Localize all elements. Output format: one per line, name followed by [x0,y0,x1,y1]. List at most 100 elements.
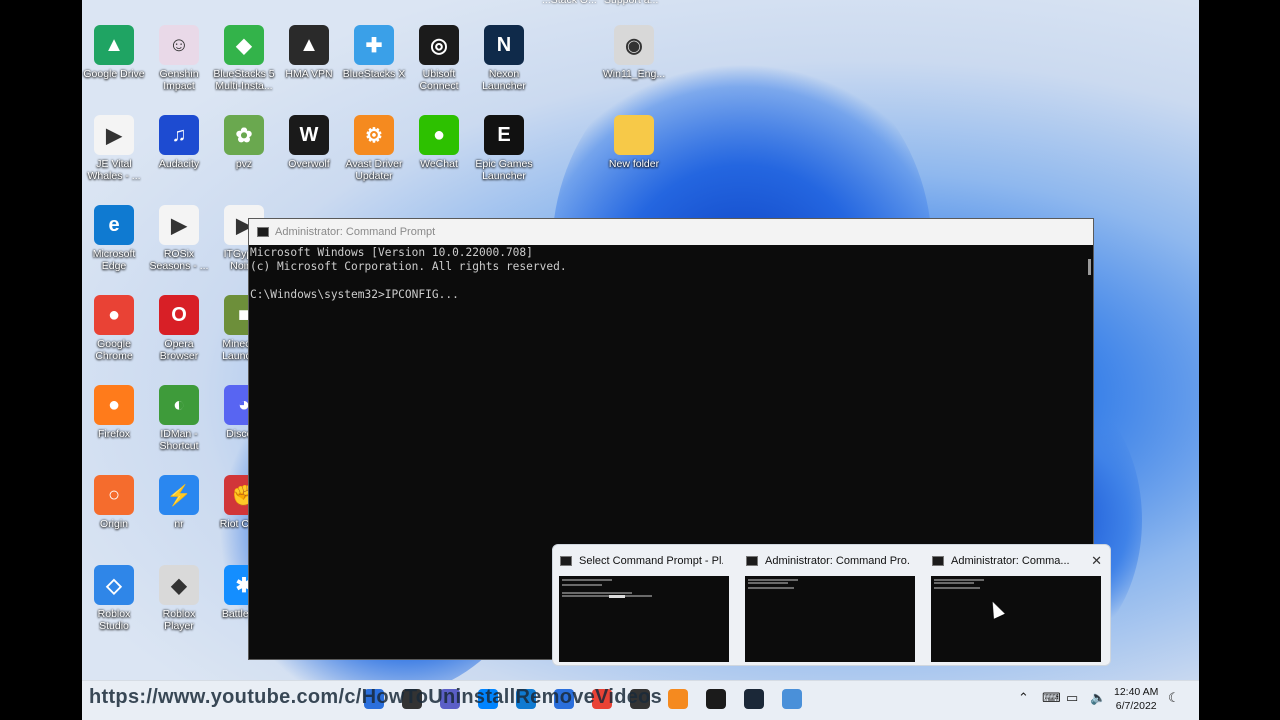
desktop-icon[interactable]: ● Firefox [82,385,146,440]
desktop-icon-label: IDMan - Shortcut [159,428,199,452]
app-icon: ✚ [354,25,394,65]
desktop-icon[interactable]: ☺ Genshin Impact [147,25,211,92]
app-icon [614,115,654,155]
desktop-icon[interactable]: E Epic Games Launcher [472,115,536,182]
cmd-title-text: Administrator: Command Prompt [275,226,436,238]
thumbnail-1[interactable]: Select Command Prompt - Pl... [553,551,729,663]
app-icon: ⚡ [159,475,199,515]
desktop-icon-label: Avast Driver Updater [345,158,403,182]
clock-date: 6/7/2022 [1115,700,1157,712]
desktop-icon[interactable]: ⚡ nr [147,475,211,530]
console-line: C:\Windows\system32>IPCONFIG... [250,288,459,301]
desktop-icon-label: BlueStacks X [342,68,406,80]
app-icon: ▶ [94,115,134,155]
desktop-icon-label: Microsoft Edge [92,248,136,272]
thumbnail-preview [745,576,915,662]
desktop-icon-label: nr [174,518,184,530]
console-line: Microsoft Windows [Version 10.0.22000.70… [250,246,533,259]
thumbnail-title: Administrator: Command Pro... [765,555,909,567]
steam-icon[interactable] [744,689,764,709]
desktop-icon[interactable]: ◎ Ubisoft Connect [407,25,471,92]
thumbnail-2[interactable]: Administrator: Command Pro... [739,551,915,663]
desktop-icon-label: Google Chrome [95,338,133,362]
app-icon: ● [419,115,459,155]
desktop: ▲ Google Drive ☺ Genshin Impact ◆ BlueStacks … [82,0,1199,720]
desktop-icon[interactable]: ✿ pvz [212,115,276,170]
desktop-icon-label: Audacity [158,158,200,170]
thumbnail-preview [931,576,1101,662]
app-icon: ○ [94,475,134,515]
desktop-icon[interactable]: ● Google Chrome [82,295,146,362]
app-icon: ▶ [159,205,199,245]
desktop-icon-label: Epic Games Launcher [475,158,533,182]
desktop-icon[interactable]: ▶ ROSix Seasons - ... [147,205,211,272]
cmd-icon [932,556,944,566]
desktop-icon[interactable]: ♫ Audacity [147,115,211,170]
desktop-icon-label: ROSix Seasons - ... [149,248,209,272]
desktop-icon[interactable]: ✚ BlueStacks X [342,25,406,80]
terminal-icon[interactable] [706,689,726,709]
app-icon: ◉ [614,25,654,65]
desktop-icon[interactable]: ◇ Roblox Studio [82,565,146,632]
desktop-icon[interactable]: ◐ IDMan - Shortcut [147,385,211,452]
desktop-icon-label: Ubisoft Connect [419,68,459,92]
thumbnail-title: Administrator: Comma... [951,555,1070,567]
desktop-icon[interactable]: ◆ Roblox Player [147,565,211,632]
app-icon: ▲ [94,25,134,65]
monitor-icon[interactable] [782,689,802,709]
chevron-up-icon[interactable]: ⌃ [1018,690,1029,706]
desktop-icon-label: pvz [235,158,253,170]
desktop-icon-label: Origin [99,518,128,530]
desktop-icon-label: JE Vital Whales - ... [87,158,141,182]
clock-time: 12:40 AM [1114,686,1159,698]
app-icon: ◆ [159,565,199,605]
desktop-icon-label: ...Stack O... [542,0,597,6]
network-icon[interactable]: ▭ [1066,690,1078,706]
app-icon: ◇ [94,565,134,605]
desktop-icon[interactable]: O Opera Browser [147,295,211,362]
close-icon[interactable]: ✕ [1091,553,1102,569]
app-icon: ▲ [289,25,329,65]
desktop-icon-label: Genshin Impact [159,68,199,92]
watermark-url: https://www.youtube.com/c/HowToUninstall… [89,686,663,708]
app-icon: e [94,205,134,245]
keyboard-icon[interactable]: ⌨ [1042,690,1061,706]
desktop-icon-label: HMA VPN [285,68,333,80]
volume-icon[interactable]: 🔈 [1090,690,1106,706]
app-icon: N [484,25,524,65]
cmd-icon [746,556,758,566]
avast-icon[interactable] [668,689,688,709]
desktop-icon[interactable]: ⚙ Avast Driver Updater [342,115,406,182]
thumbnail-preview [559,576,729,662]
desktop-icon-label: Opera Browser [159,338,199,362]
cmd-titlebar[interactable]: Administrator: Command Prompt [249,219,1093,245]
app-icon: ♫ [159,115,199,155]
desktop-icon[interactable]: e Microsoft Edge [82,205,146,272]
desktop-icon[interactable]: N Nexon Launcher [472,25,536,92]
cmd-console[interactable]: Microsoft Windows [Version 10.0.22000.70… [249,245,1093,302]
console-line: (c) Microsoft Corporation. All rights re… [250,260,567,273]
cmd-scrollbar[interactable] [1088,259,1091,275]
thumbnail-title: Select Command Prompt - Pl... [579,555,723,567]
desktop-icon[interactable]: ◉ Win11_Eng... [602,25,666,80]
app-icon: ◐ [159,385,199,425]
desktop-icon-label: Support a... [604,0,659,6]
desktop-icon[interactable]: ▲ HMA VPN [277,25,341,80]
desktop-icon[interactable]: ● WeChat [407,115,471,170]
desktop-icon-label: Firefox [97,428,131,440]
app-icon: ⚙ [354,115,394,155]
desktop-icon[interactable]: ○ Origin [82,475,146,530]
app-icon: ☺ [159,25,199,65]
desktop-icon-label: Roblox Studio [97,608,131,632]
app-icon: O [159,295,199,335]
app-icon: ✿ [224,115,264,155]
desktop-icon[interactable]: ▲ Google Drive [82,25,146,80]
clock[interactable]: 12:40 AM 6/7/2022 [1114,685,1158,713]
desktop-icon[interactable]: ▶ JE Vital Whales - ... [82,115,146,182]
desktop-icon[interactable]: New folder [602,115,666,170]
desktop-icon[interactable]: W Overwolf [277,115,341,170]
taskbar-thumbnail-popup: Select Command Prompt - Pl... Administra… [552,544,1111,666]
thumbnail-3[interactable]: Administrator: Comma... [925,551,1101,663]
notification-icon[interactable]: ☾ [1168,690,1180,706]
desktop-icon[interactable]: ◆ BlueStacks 5 Multi-Insta... [212,25,276,92]
